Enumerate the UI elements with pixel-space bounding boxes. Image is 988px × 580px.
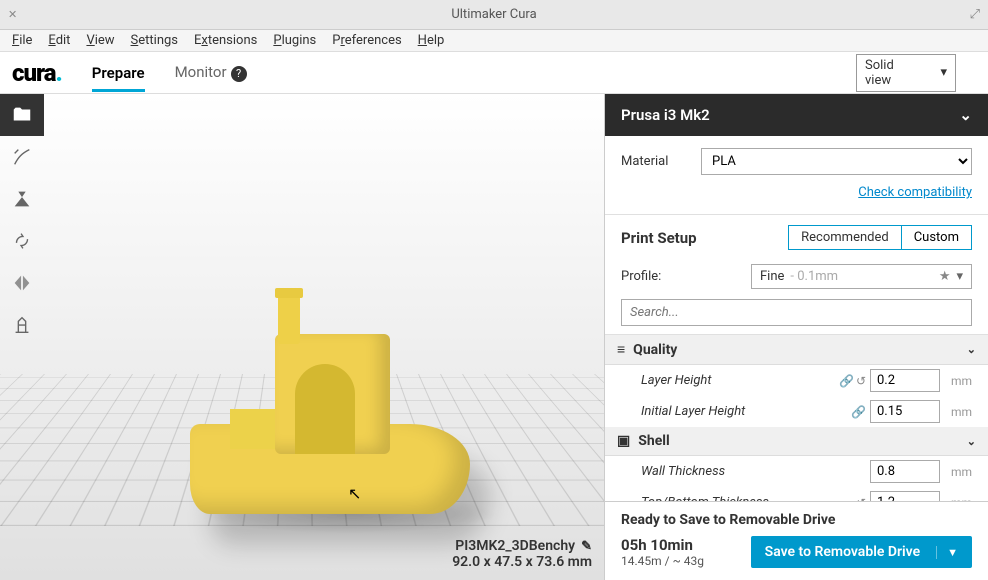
menu-file[interactable]: File: [4, 31, 40, 50]
top-bottom-thickness-input[interactable]: [870, 491, 940, 501]
check-compatibility-link[interactable]: Check compatibility: [858, 185, 972, 200]
menu-view[interactable]: View: [78, 31, 122, 50]
object-name: PI3MK2_3DBenchy: [455, 538, 575, 554]
profile-row: Profile: Fine - 0.1mm ★ ▾: [605, 260, 988, 299]
scale-tool[interactable]: [0, 178, 44, 220]
setup-mode-toggle: Recommended Custom: [788, 225, 972, 250]
printer-name: Prusa i3 Mk2: [621, 106, 710, 124]
chevron-down-icon[interactable]: ▼: [936, 546, 958, 559]
printer-select[interactable]: Prusa i3 Mk2 ⌄: [605, 94, 988, 136]
window-expand-icon[interactable]: ⤢: [970, 7, 980, 22]
initial-layer-height-input[interactable]: [870, 400, 940, 423]
chevron-down-icon: ⌄: [967, 435, 976, 448]
mirror-tool[interactable]: [0, 262, 44, 304]
link-icon[interactable]: 🔗: [851, 405, 866, 419]
profile-value: Fine: [760, 269, 784, 284]
recommended-button[interactable]: Recommended: [789, 226, 902, 249]
window-close-icon[interactable]: ✕: [8, 8, 17, 21]
material-row: Material PLA: [605, 136, 988, 179]
menu-preferences[interactable]: Preferences: [324, 31, 409, 50]
chevron-down-icon: ▾: [956, 269, 963, 284]
menubar: File Edit View Settings Extensions Plugi…: [0, 30, 988, 52]
print-setup-label: Print Setup: [621, 229, 778, 247]
link-icon[interactable]: 🔗: [839, 374, 854, 388]
shell-icon: ▣: [617, 433, 630, 449]
folder-open-icon: [11, 104, 33, 126]
menu-extensions[interactable]: Extensions: [186, 31, 265, 50]
object-info: PI3MK2_3DBenchy ✎ 92.0 x 47.5 x 73.6 mm: [452, 538, 592, 570]
tab-prepare[interactable]: Prepare: [92, 56, 145, 90]
viewmode-select[interactable]: Solid view ▾: [856, 54, 956, 92]
titlebar: ✕ Ultimaker Cura ⤢: [0, 0, 988, 30]
profile-label: Profile:: [621, 269, 741, 284]
mirror-icon: [11, 272, 33, 294]
mesh-icon: [11, 314, 33, 336]
3d-viewport[interactable]: ↖ PI3MK2_3DBenchy✎ 92.0 x 47.5 x 73.6 mm: [0, 94, 604, 580]
menu-edit[interactable]: Edit: [40, 31, 78, 50]
category-quality[interactable]: ≡ Quality ⌄: [605, 335, 988, 365]
ready-status: Ready to Save to Removable Drive: [621, 512, 972, 528]
setting-layer-height: Layer Height 🔗↺ mm: [605, 365, 988, 396]
window-title: Ultimaker Cura: [0, 7, 988, 22]
pencil-icon[interactable]: ✎: [581, 539, 592, 554]
rotate-tool[interactable]: [0, 220, 44, 262]
layer-height-input[interactable]: [870, 369, 940, 392]
chevron-down-icon: ⌄: [959, 106, 972, 124]
star-icon: ★: [939, 269, 951, 284]
app-logo: cura.: [12, 59, 62, 87]
move-tool[interactable]: [0, 136, 44, 178]
time-estimate: 05h 10min 14.45m / ~ 43g: [621, 536, 704, 568]
layers-icon: ≡: [617, 341, 625, 358]
tab-monitor[interactable]: Monitor?: [175, 55, 247, 90]
setting-wall-thickness: Wall Thickness mm: [605, 456, 988, 487]
chevron-down-icon: ▾: [940, 65, 947, 80]
custom-button[interactable]: Custom: [902, 226, 971, 249]
toolbox: [0, 94, 44, 346]
chevron-down-icon: ⌄: [967, 343, 976, 356]
move-icon: [11, 146, 33, 168]
menu-help[interactable]: Help: [410, 31, 453, 50]
profile-hint: - 0.1mm: [790, 269, 838, 284]
material-select[interactable]: PLA: [701, 148, 972, 175]
help-icon: ?: [231, 66, 247, 82]
search-input[interactable]: [621, 299, 972, 326]
menu-settings[interactable]: Settings: [123, 31, 186, 50]
setting-top-bottom-thickness: Top/Bottom Thickness ↺ mm: [605, 487, 988, 501]
persettings-tool[interactable]: [0, 304, 44, 346]
setting-initial-layer-height: Initial Layer Height 🔗 mm: [605, 396, 988, 427]
open-file-button[interactable]: [0, 94, 44, 136]
profile-select[interactable]: Fine - 0.1mm ★ ▾: [751, 264, 972, 289]
reset-icon[interactable]: ↺: [856, 374, 866, 388]
wall-thickness-input[interactable]: [870, 460, 940, 483]
object-dimensions: 92.0 x 47.5 x 73.6 mm: [452, 554, 592, 570]
material-label: Material: [621, 154, 681, 169]
output-section: Ready to Save to Removable Drive 05h 10m…: [605, 501, 988, 580]
topbar: cura. Prepare Monitor? Solid view ▾: [0, 52, 988, 94]
viewmode-label: Solid view: [865, 58, 920, 88]
category-shell[interactable]: ▣ Shell ⌄: [605, 427, 988, 456]
print-setup-row: Print Setup Recommended Custom: [605, 214, 988, 260]
scale-icon: [11, 188, 33, 210]
rotate-icon: [11, 230, 33, 252]
save-button[interactable]: Save to Removable Drive ▼: [751, 536, 972, 568]
3d-model[interactable]: [190, 294, 470, 524]
settings-list[interactable]: ≡ Quality ⌄ Layer Height 🔗↺ mm Initial L…: [605, 334, 988, 501]
settings-panel: Prusa i3 Mk2 ⌄ Material PLA Check compat…: [604, 94, 988, 580]
main-tabs: Prepare Monitor?: [92, 55, 247, 90]
menu-plugins[interactable]: Plugins: [265, 31, 324, 50]
